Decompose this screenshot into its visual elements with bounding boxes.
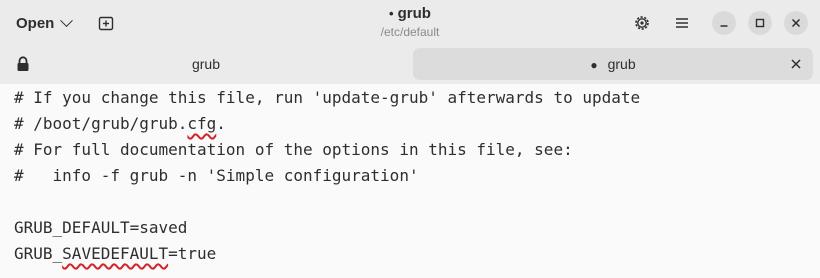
editor-line: # info -f grub -n 'Simple configuration'	[14, 165, 419, 187]
chevron-down-icon	[60, 13, 74, 27]
close-tab-icon[interactable]	[789, 57, 803, 71]
tab-label: grub	[191, 56, 221, 72]
line-text: GRUB_DEFAULT=saved	[14, 218, 188, 237]
maximize-icon	[755, 18, 765, 28]
settings-button[interactable]	[630, 11, 654, 35]
editor-line: # For full documentation of the options …	[14, 139, 573, 161]
line-text: =true	[168, 244, 217, 263]
tab-modified-indicator: ●	[590, 58, 598, 72]
line-text: # If you change this file, run 'update-g…	[14, 88, 641, 107]
line-text: # info -f grub -n 'Simple configuration'	[14, 166, 419, 185]
editor-line: # If you change this file, run 'update-g…	[14, 87, 640, 109]
main-menu-button[interactable]	[670, 11, 694, 35]
new-tab-icon	[98, 16, 114, 31]
lock-icon	[17, 56, 29, 71]
tab-grub-active[interactable]: ● grub	[413, 48, 813, 80]
document-path: /etc/default	[380, 25, 440, 39]
editor-line: GRUB_SAVEDEFAULT=true	[14, 243, 216, 265]
line-text: # /boot/grub/grub.	[14, 114, 188, 133]
gear-icon	[635, 16, 649, 30]
tab-label: grub	[607, 56, 636, 72]
misspelled-word[interactable]: cfg	[187, 114, 216, 133]
open-button-label: Open	[16, 14, 55, 32]
header-bar: Open • grub /etc/default	[0, 0, 820, 46]
modified-indicator: •	[389, 6, 394, 21]
maximize-button[interactable]	[748, 11, 772, 35]
line-text: # For full documentation of the options …	[14, 140, 573, 159]
text-editor-area[interactable]: # If you change this file, run 'update-g…	[0, 84, 820, 278]
editor-line: # /boot/grub/grub.cfg.	[14, 113, 226, 135]
tab-bar: grub ● grub	[0, 46, 820, 84]
misspelled-word[interactable]: SAVEDEFAULT	[62, 244, 168, 263]
close-window-button[interactable]	[784, 11, 808, 35]
line-text: GRUB_	[14, 244, 63, 263]
tab-grub-readonly[interactable]: grub	[6, 48, 406, 80]
text-editor-window: Open • grub /etc/default grub ● grub # I…	[0, 0, 820, 278]
minimize-button[interactable]	[712, 11, 736, 35]
close-icon	[791, 18, 801, 28]
editor-line: GRUB_DEFAULT=saved	[14, 217, 187, 239]
line-text: .	[216, 114, 226, 133]
window-title: • grub /etc/default	[300, 6, 520, 38]
new-tab-button[interactable]	[94, 11, 118, 35]
document-title: grub	[397, 5, 431, 22]
open-button[interactable]: Open	[8, 9, 79, 37]
hamburger-menu-icon	[676, 18, 688, 28]
minimize-icon	[720, 25, 728, 27]
